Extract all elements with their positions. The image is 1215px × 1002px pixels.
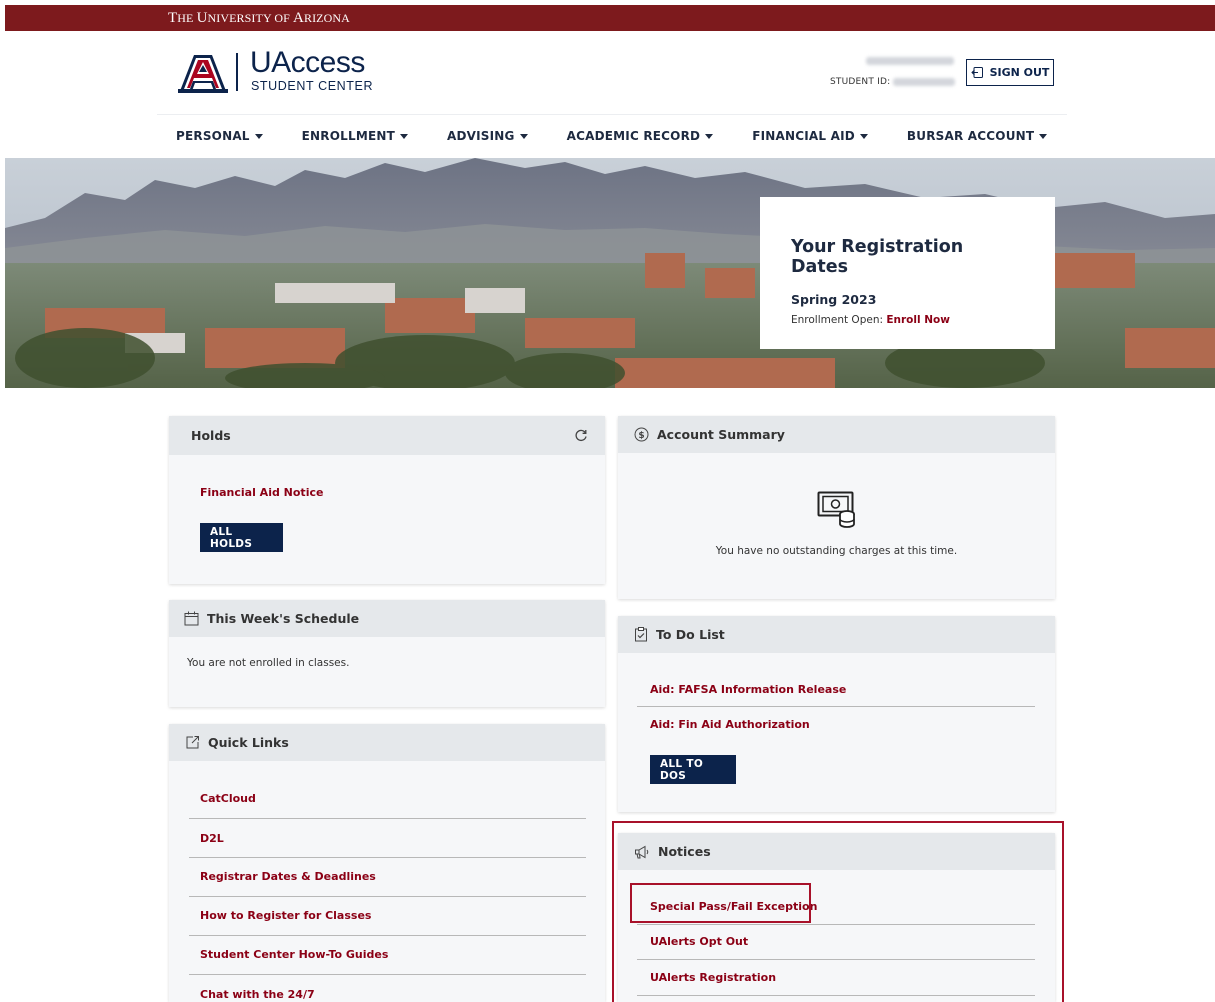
uni-letter: T [168,10,178,26]
quick-links-card: Quick Links CatCloud D2L Registrar Dates… [169,724,605,1002]
sign-out-label: SIGN OUT [989,66,1050,79]
schedule-header: This Week's Schedule [169,600,605,637]
account-summary-message: You have no outstanding charges at this … [715,545,958,557]
nav-label: ADVISING [447,129,515,143]
caret-down-icon [705,133,714,139]
nav-advising[interactable]: ADVISING [447,129,528,143]
quick-links-divider [189,935,586,936]
caret-down-icon [519,133,528,139]
schedule-message: You are not enrolled in classes. [187,657,350,669]
uni-letter: U [196,10,208,26]
quick-link-d2l[interactable]: D2L [200,832,224,845]
calendar-icon [184,611,199,626]
nav-bursar-account[interactable]: BURSAR ACCOUNT [906,129,1048,143]
nav-divider [157,114,1067,115]
enroll-now-link[interactable]: Enroll Now [886,314,950,326]
todo-title: To Do List [656,627,725,642]
university-a-logo-icon[interactable] [178,51,228,93]
quick-link-chat[interactable]: Chat with the 24/7 [200,988,315,1001]
sign-out-button[interactable]: SIGN OUT [966,59,1054,86]
clipboard-check-icon [635,627,647,642]
main-nav: PERSONAL ENROLLMENT ADVISING ACADEMIC RE… [176,129,1048,143]
quick-link-how-to-guides[interactable]: Student Center How-To Guides [200,948,388,961]
uni-text: HE [177,11,197,25]
dollar-circle-icon: $ [634,427,649,442]
enrollment-open-label: Enrollment Open: [791,314,887,326]
quick-link-how-to-register[interactable]: How to Register for Classes [200,909,371,922]
app-title[interactable]: UAccess [250,46,365,80]
nav-academic-record[interactable]: ACADEMIC RECORD [567,129,714,143]
app-subtitle: STUDENT CENTER [251,79,374,93]
university-bar: THE UNIVERSITY OF ARIZONA [5,5,1215,31]
nav-label: FINANCIAL AID [752,129,855,143]
sign-out-icon [970,67,983,78]
account-summary-title: Account Summary [657,427,785,442]
todo-header: To Do List [618,616,1055,653]
hold-item-link[interactable]: Financial Aid Notice [200,486,323,499]
schedule-card: This Week's Schedule You are not enrolle… [169,600,605,707]
holds-title: Holds [191,428,231,443]
nav-enrollment[interactable]: ENROLLMENT [302,129,408,143]
quick-links-title: Quick Links [208,735,289,750]
account-summary-header: $ Account Summary [618,416,1055,453]
quick-link-registrar-dates[interactable]: Registrar Dates & Deadlines [200,870,376,883]
quick-links-divider [189,896,586,897]
refresh-icon[interactable] [575,429,588,442]
all-todos-button[interactable]: ALL TO DOS [650,755,736,784]
quick-link-catcloud[interactable]: CatCloud [200,792,256,805]
todo-divider [637,706,1035,707]
university-name[interactable]: THE UNIVERSITY OF ARIZONA [168,10,350,27]
external-link-icon [186,736,199,749]
registration-title: Your Registration Dates [791,237,964,277]
money-coins-icon [817,491,855,528]
todo-card: To Do List Aid: FAFSA Information Releas… [618,616,1055,812]
nav-label: ACADEMIC RECORD [566,129,701,143]
quick-links-header: Quick Links [169,724,605,761]
quick-links-divider [189,818,586,819]
enrollment-open-text: Enrollment Open: Enroll Now [791,314,1024,326]
special-pass-fail-highlight-box [630,883,811,923]
registration-term: Spring 2023 [791,292,877,307]
caret-down-icon [859,133,868,139]
student-id-label: STUDENT ID: [830,77,891,87]
nav-label: PERSONAL [176,129,250,143]
uni-letter: A [293,10,304,26]
nav-label: ENROLLMENT [301,129,395,143]
svg-text:$: $ [638,431,644,441]
holds-card: Holds Financial Aid Notice ALL HOLDS [169,416,605,584]
quick-links-divider [189,857,586,858]
logo-divider [236,53,238,91]
todo-item-link[interactable]: Aid: Fin Aid Authorization [650,718,810,731]
caret-down-icon [400,133,408,139]
uni-text: NIVERSITY OF [207,11,294,25]
student-name-redacted [866,57,954,65]
nav-financial-aid[interactable]: FINANCIAL AID [752,129,868,143]
registration-dates-card: Your Registration Dates Spring 2023 Enro… [760,197,1055,349]
caret-down-icon [254,133,263,139]
nav-personal[interactable]: PERSONAL [176,129,263,143]
schedule-title: This Week's Schedule [207,611,360,626]
holds-header: Holds [169,416,605,455]
all-holds-button[interactable]: ALL HOLDS [200,523,283,552]
caret-down-icon [1039,133,1048,139]
student-id-redacted [893,78,955,86]
account-summary-card: $ Account Summary You have no outstandin… [618,416,1055,599]
nav-label: BURSAR ACCOUNT [906,129,1035,143]
uni-text: RIZONA [303,11,350,25]
quick-links-divider [189,974,586,975]
todo-item-link[interactable]: Aid: FAFSA Information Release [650,683,846,696]
